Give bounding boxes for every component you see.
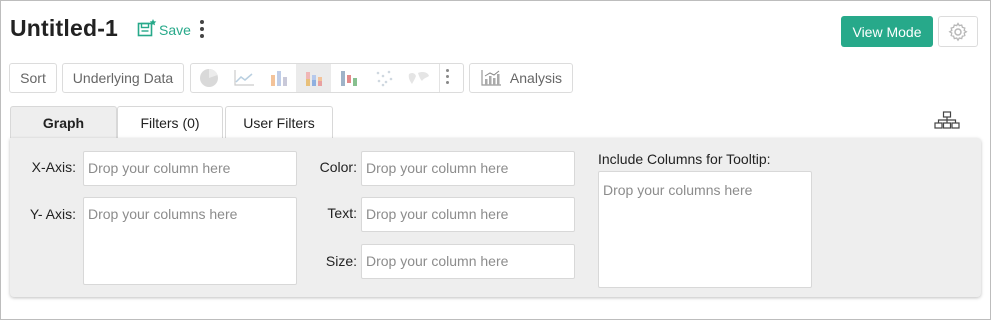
map-chart-icon[interactable]	[401, 64, 436, 92]
color-placeholder: Drop your column here	[366, 160, 509, 176]
tooltip-placeholder: Drop your columns here	[603, 182, 753, 198]
y-axis-label: Y- Axis:	[29, 206, 76, 222]
scatter-chart-icon[interactable]	[366, 64, 401, 92]
waterfall-chart-icon[interactable]	[331, 64, 366, 92]
color-drop-zone[interactable]: Drop your column here	[361, 151, 575, 186]
hierarchy-icon[interactable]	[934, 111, 960, 129]
size-placeholder: Drop your column here	[366, 253, 509, 269]
tab-filters[interactable]: Filters (0)	[117, 106, 223, 139]
line-chart-icon[interactable]	[226, 64, 261, 92]
size-drop-zone[interactable]: Drop your column here	[361, 244, 575, 279]
y-axis-drop-zone[interactable]: Drop your columns here	[83, 197, 297, 285]
more-charts-icon[interactable]	[439, 64, 455, 92]
pie-chart-icon[interactable]	[191, 64, 226, 92]
bar-chart-icon[interactable]	[261, 64, 296, 92]
analysis-icon	[481, 70, 501, 86]
x-axis-placeholder: Drop your column here	[88, 160, 231, 176]
size-label: Size:	[325, 253, 357, 269]
y-axis-placeholder: Drop your columns here	[88, 206, 238, 222]
tab-user-filters[interactable]: User Filters	[225, 106, 333, 139]
report-title[interactable]: Untitled-1	[10, 15, 118, 42]
stacked-bar-chart-icon[interactable]	[296, 64, 331, 92]
chart-type-toolbar	[190, 63, 464, 93]
save-icon	[137, 19, 157, 37]
text-drop-zone[interactable]: Drop your column here	[361, 197, 575, 232]
sort-button[interactable]: Sort	[9, 63, 57, 93]
view-mode-button[interactable]: View Mode	[841, 16, 933, 47]
analysis-label: Analysis	[509, 70, 563, 86]
gear-icon	[948, 21, 968, 41]
tooltip-drop-zone[interactable]: Drop your columns here	[598, 171, 812, 288]
color-label: Color:	[319, 159, 357, 175]
tab-graph[interactable]: Graph	[10, 106, 117, 139]
analysis-button[interactable]: Analysis	[469, 63, 573, 93]
settings-button[interactable]	[938, 16, 978, 47]
text-placeholder: Drop your column here	[366, 206, 509, 222]
text-label: Text:	[327, 205, 357, 221]
x-axis-label: X-Axis:	[31, 159, 76, 175]
underlying-data-button[interactable]: Underlying Data	[62, 63, 184, 93]
tooltip-label: Include Columns for Tooltip:	[598, 151, 771, 167]
more-options-icon[interactable]	[197, 20, 207, 40]
save-label: Save	[159, 22, 191, 38]
x-axis-drop-zone[interactable]: Drop your column here	[83, 151, 297, 186]
save-button[interactable]: Save	[137, 18, 191, 38]
